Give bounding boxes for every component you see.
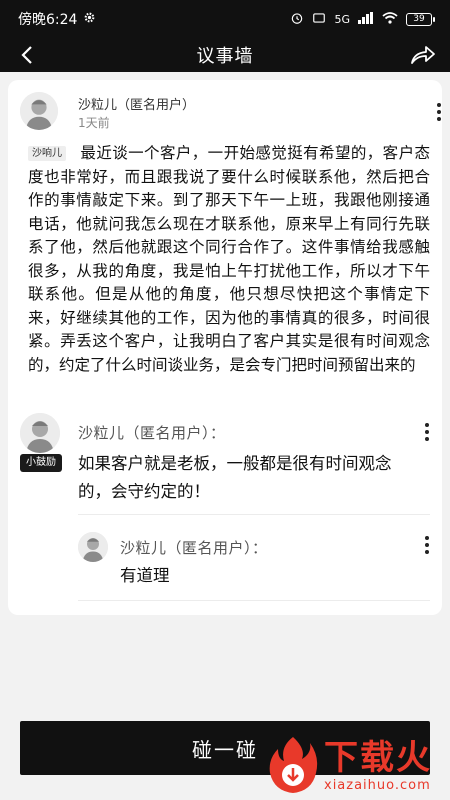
- comment-text: 如果客户就是老板，一般都是很有时间观念的，会守约定的！: [78, 454, 392, 501]
- watermark-brand: 下载火: [324, 737, 432, 778]
- wifi-icon: [382, 11, 398, 27]
- user-avatar-icon: [20, 413, 60, 453]
- post-tag: 沙响儿: [28, 146, 66, 161]
- battery-icon: 39: [406, 12, 435, 26]
- battery-level: 39: [413, 14, 425, 24]
- comment-avatar[interactable]: [20, 413, 60, 453]
- post-more-button[interactable]: [431, 100, 447, 124]
- user-avatar-icon: [20, 92, 58, 130]
- watermark: 下载火 xiazaihuo.com: [266, 730, 450, 800]
- reply-avatar[interactable]: [78, 532, 108, 562]
- network-label: 5G: [334, 12, 350, 26]
- gear-icon: [83, 11, 96, 28]
- post-body: 沙响儿 最近谈一个客户，一开始感觉挺有希望的，客户态度也非常好，而且跟我说了要什么…: [28, 142, 430, 377]
- comment-more-button[interactable]: [419, 420, 435, 444]
- post-card: 沙粒儿（匿名用户） 1天前 沙响儿 最近谈一个客户，一开始感觉挺有希望的，客户态度…: [8, 80, 442, 615]
- share-button[interactable]: [408, 42, 438, 68]
- status-bar: 傍晚6:24 5G 39: [0, 0, 450, 38]
- divider: [78, 514, 430, 515]
- post-time: 1天前: [78, 116, 110, 130]
- signal-icon: [358, 11, 374, 27]
- page-title: 议事墙: [196, 46, 254, 67]
- post-author[interactable]: 沙粒儿（匿名用户）: [78, 94, 195, 113]
- share-icon: [411, 46, 435, 64]
- alarm-icon: [290, 11, 304, 28]
- nav-bar: 议事墙: [0, 38, 450, 72]
- divider: [78, 600, 430, 601]
- status-time: 傍晚6:24: [18, 12, 78, 28]
- post-header: 沙粒儿（匿名用户） 1天前: [20, 92, 441, 132]
- avatar[interactable]: [20, 92, 58, 130]
- watermark-domain: xiazaihuo.com: [324, 777, 431, 793]
- comment-author[interactable]: 沙粒儿（匿名用户）：: [78, 422, 226, 443]
- reply-text: 有道理: [120, 566, 170, 585]
- chevron-left-icon: [21, 46, 32, 64]
- post-text: 最近谈一个客户，一开始感觉挺有希望的，客户态度也非常好，而且跟我说了要什么时候联…: [28, 144, 430, 374]
- reply-author[interactable]: 沙粒儿（匿名用户）：: [120, 537, 268, 558]
- encourage-badge: 小鼓励: [20, 454, 62, 472]
- reply-more-button[interactable]: [419, 533, 435, 557]
- fire-logo-icon: [269, 737, 318, 793]
- user-avatar-icon: [78, 532, 108, 562]
- mute-icon: [312, 11, 326, 28]
- back-button[interactable]: [14, 42, 40, 68]
